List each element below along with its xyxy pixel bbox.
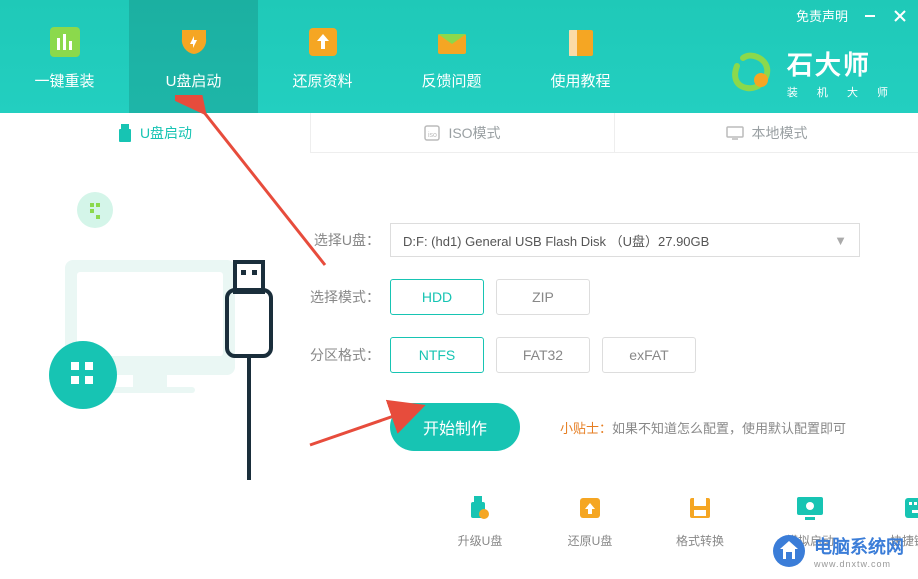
mode-row: 选择模式： HDD ZIP (310, 279, 878, 315)
upload-icon (303, 22, 343, 62)
usb-value: D:F: (hd1) General USB Flash Disk （U盘）27… (403, 231, 709, 250)
tool-format[interactable]: 格式转换 (660, 492, 740, 549)
shield-icon (174, 22, 214, 62)
disclaimer-link[interactable]: 免责声明 (796, 6, 848, 25)
tool-label: 还原U盘 (568, 532, 613, 549)
usb-upgrade-icon (464, 492, 496, 524)
save-icon (684, 492, 716, 524)
fs-ntfs[interactable]: NTFS (390, 337, 484, 373)
subnav-label: 本地模式 (752, 123, 808, 143)
nav-feedback[interactable]: 反馈问题 (387, 0, 516, 113)
start-button[interactable]: 开始制作 (390, 403, 520, 451)
usb-icon (118, 124, 132, 142)
nav-label: 反馈问题 (421, 70, 481, 91)
nav-restore[interactable]: 还原资料 (258, 0, 387, 113)
main-nav: 一键重装 U盘启动 还原资料 反馈问题 使用教程 (0, 0, 645, 113)
tool-label: 升级U盘 (458, 532, 503, 549)
watermark-title: 电脑系统网 (814, 533, 904, 559)
close-button[interactable] (892, 8, 908, 24)
subnav-label: U盘启动 (140, 123, 192, 143)
house-icon (772, 534, 806, 568)
monitor-icon (726, 126, 744, 140)
nav-reinstall[interactable]: 一键重装 (0, 0, 129, 113)
fs-row: 分区格式： NTFS FAT32 exFAT (310, 337, 878, 373)
keyboard-icon (904, 492, 918, 524)
nav-tutorial[interactable]: 使用教程 (516, 0, 645, 113)
mode-hdd[interactable]: HDD (390, 279, 484, 315)
watermark: 电脑系统网 www.dnxtw.com (772, 533, 904, 569)
logo-title: 石大师 (787, 45, 896, 82)
app-header: 免责声明 一键重装 U盘启动 还原资料 反馈问题 使用教程 石大师 装 机 大 … (0, 0, 918, 113)
watermark-url: www.dnxtw.com (814, 559, 904, 569)
monitor-play-icon (794, 492, 826, 524)
action-row: 开始制作 小贴士：如果不知道怎么配置，使用默认配置即可 (390, 403, 878, 451)
chart-icon (45, 22, 85, 62)
logo-subtitle: 装 机 大 师 (787, 84, 896, 100)
iso-icon: iso (424, 125, 440, 141)
nav-label: U盘启动 (166, 70, 222, 91)
sub-nav: U盘启动 iso ISO模式 本地模式 (0, 113, 918, 153)
nav-label: 一键重装 (34, 70, 94, 91)
mode-label: 选择模式： (310, 287, 380, 307)
usb-illustration (35, 180, 295, 480)
usb-restore-icon (574, 492, 606, 524)
book-icon (561, 22, 601, 62)
tool-restore[interactable]: 还原U盘 (550, 492, 630, 549)
title-bar: 免责声明 (796, 6, 908, 25)
minimize-button[interactable] (862, 8, 878, 24)
fs-exfat[interactable]: exFAT (602, 337, 696, 373)
tool-label: 格式转换 (676, 532, 724, 549)
fs-fat32[interactable]: FAT32 (496, 337, 590, 373)
mail-icon (432, 22, 472, 62)
subnav-local[interactable]: 本地模式 (614, 113, 918, 153)
usb-label: 选择U盘： (310, 230, 380, 250)
tool-upgrade[interactable]: 升级U盘 (440, 492, 520, 549)
subnav-usb[interactable]: U盘启动 (0, 113, 310, 153)
mode-zip[interactable]: ZIP (496, 279, 590, 315)
nav-usb-boot[interactable]: U盘启动 (129, 0, 258, 113)
tip-text: 小贴士：如果不知道怎么配置，使用默认配置即可 (560, 418, 846, 437)
tip-label: 小贴士： (560, 421, 612, 436)
subnav-iso[interactable]: iso ISO模式 (310, 113, 614, 153)
nav-label: 还原资料 (292, 70, 352, 91)
nav-label: 使用教程 (550, 70, 610, 91)
tip-body: 如果不知道怎么配置，使用默认配置即可 (612, 421, 846, 436)
logo-icon (731, 50, 777, 96)
usb-select-row: 选择U盘： D:F: (hd1) General USB Flash Disk … (310, 223, 878, 257)
chevron-down-icon: ▼ (834, 233, 847, 248)
fs-label: 分区格式： (310, 345, 380, 365)
svg-text:iso: iso (428, 132, 437, 139)
app-logo: 石大师 装 机 大 师 (731, 45, 896, 100)
usb-dropdown[interactable]: D:F: (hd1) General USB Flash Disk （U盘）27… (390, 223, 860, 257)
subnav-label: ISO模式 (448, 123, 500, 143)
